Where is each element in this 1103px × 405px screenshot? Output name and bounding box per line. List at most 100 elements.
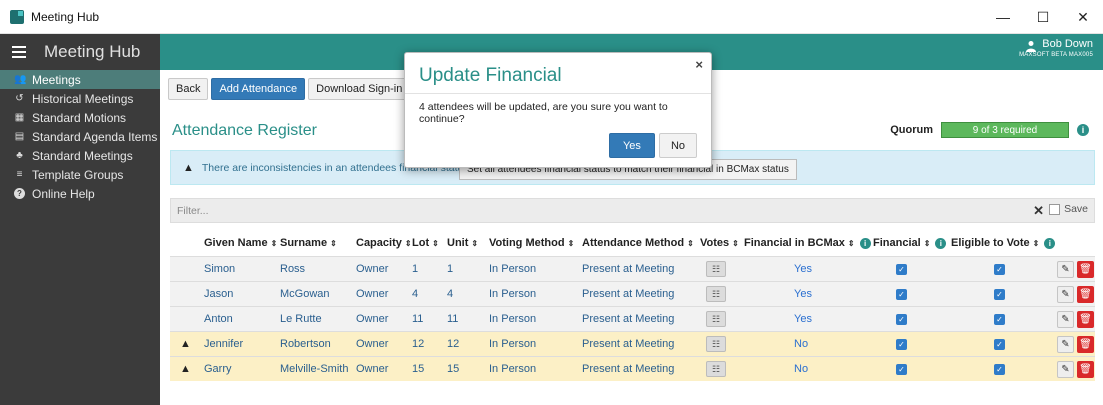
edit-icon[interactable]: ✎ — [1057, 335, 1074, 353]
column-eligible-to-vote[interactable]: Eligible to Vote ⇕ i — [951, 230, 1056, 256]
financial-cell: ✓ — [873, 332, 907, 356]
sidebar-item-online-help[interactable]: ? Online Help — [0, 184, 160, 203]
filter-bar: Filter... ✕ Save — [170, 198, 1095, 223]
votes-list-icon[interactable]: ☷ — [706, 361, 726, 377]
votes-cell: ☷ — [700, 307, 726, 331]
sort-icon: ⇕ — [847, 238, 855, 248]
financial-checkbox[interactable]: ✓ — [896, 363, 907, 375]
column-votes[interactable]: Votes ⇕ — [700, 230, 739, 256]
no-button[interactable]: No — [658, 133, 697, 158]
eligible-checkbox[interactable]: ✓ — [994, 363, 1005, 375]
yes-button[interactable]: Yes — [608, 133, 655, 158]
eligible-cell: ✓ — [951, 357, 1005, 381]
maximize-button[interactable]: ☐ — [1023, 0, 1063, 34]
window-title: Meeting Hub — [31, 9, 100, 24]
sidebar-item-standard-motions[interactable]: ▦ Standard Motions — [0, 108, 160, 127]
add-attendance-button[interactable]: Add Attendance — [211, 78, 306, 100]
financial-checkbox[interactable]: ✓ — [896, 288, 907, 300]
voting-method-cell: In Person — [489, 363, 537, 375]
surname-cell: McGowan — [280, 288, 330, 300]
sidebar-item-historical-meetings[interactable]: ↺ Historical Meetings — [0, 89, 160, 108]
sidebar-item-standard-agenda-items[interactable]: ▤ Standard Agenda Items — [0, 127, 160, 146]
user-organisation: MAXSOFT BETA MAX005 — [1019, 52, 1093, 58]
table-row: ▲ Jennifer Robertson Owner 12 12 In Person Pres… — [170, 331, 1095, 356]
financial-in-bcmax-cell: Yes — [744, 282, 812, 306]
user-name: Bob Down — [1042, 38, 1093, 50]
financial-in-bcmax-value: No — [794, 338, 809, 350]
edit-icon[interactable]: ✎ — [1057, 360, 1074, 378]
column-voting-method[interactable]: Voting Method ⇕ — [489, 230, 574, 256]
back-button[interactable]: Back — [168, 78, 209, 100]
eligible-cell: ✓ — [951, 282, 1005, 306]
financial-checkbox[interactable]: ✓ — [896, 313, 907, 325]
column-financial[interactable]: Financial ⇕ i — [873, 230, 947, 256]
eligible-checkbox[interactable]: ✓ — [994, 313, 1005, 325]
lot-cell: 15 — [412, 363, 425, 375]
edit-icon[interactable]: ✎ — [1057, 310, 1074, 328]
financial-cell: ✓ — [873, 357, 907, 381]
financial-in-bcmax-value: Yes — [794, 263, 812, 275]
delete-icon[interactable]: 🗑 — [1077, 310, 1094, 328]
lot-cell: 1 — [412, 263, 419, 275]
attendance-method-cell: Present at Meeting — [582, 263, 675, 275]
column-lot[interactable]: Lot ⇕ — [412, 230, 439, 256]
sort-icon: ⇕ — [687, 238, 694, 248]
voting-method-cell: In Person — [489, 338, 537, 350]
surname-cell: Robertson — [280, 338, 331, 350]
column-unit[interactable]: Unit ⇕ — [447, 230, 478, 256]
users-icon: 👥 — [14, 74, 27, 85]
edit-icon[interactable]: ✎ — [1057, 260, 1074, 278]
agenda-icon: ▤ — [14, 131, 25, 142]
eligible-checkbox[interactable]: ✓ — [994, 263, 1005, 275]
eligible-checkbox[interactable]: ✓ — [994, 288, 1005, 300]
votes-list-icon[interactable]: ☷ — [706, 311, 726, 327]
lot-cell: 12 — [412, 338, 425, 350]
column-capacity[interactable]: Capacity ⇕ — [356, 230, 412, 256]
row-actions: ✎ 🗑 — [1057, 257, 1094, 281]
financial-cell: ✓ — [873, 282, 907, 306]
given-name-cell: Simon — [204, 263, 236, 275]
info-icon[interactable]: i — [1077, 124, 1089, 136]
user-menu[interactable]: Bob Down MAXSOFT BETA MAX005 — [1019, 38, 1093, 58]
unit-cell: 15 — [447, 363, 460, 375]
financial-in-bcmax-value: No — [794, 363, 809, 375]
save-filter-toggle[interactable]: Save — [1049, 203, 1088, 215]
edit-icon[interactable]: ✎ — [1057, 285, 1074, 303]
eligible-checkbox[interactable]: ✓ — [994, 338, 1005, 350]
clear-filter-icon[interactable]: ✕ — [1033, 203, 1044, 219]
attendance-table: Given Name ⇕ Surname ⇕ Capacity ⇕ Lot ⇕ Unit… — [170, 230, 1095, 381]
column-surname[interactable]: Surname ⇕ — [280, 230, 337, 256]
votes-list-icon[interactable]: ☷ — [706, 286, 726, 302]
quorum-label: Quorum — [890, 124, 933, 136]
save-checkbox[interactable] — [1049, 203, 1061, 215]
financial-in-bcmax-cell: Yes — [744, 307, 812, 331]
hamburger-menu-icon[interactable] — [12, 46, 26, 58]
votes-list-icon[interactable]: ☷ — [706, 261, 726, 277]
column-attendance-method[interactable]: Attendance Method ⇕ — [582, 230, 694, 256]
eligible-cell: ✓ — [951, 307, 1005, 331]
sidebar-item-standard-meetings[interactable]: ♣ Standard Meetings — [0, 146, 160, 165]
toolbar: Back Add Attendance Download Sign-in She… — [168, 78, 443, 100]
sidebar-item-template-groups[interactable]: ≡ Template Groups — [0, 165, 160, 184]
unit-cell: 12 — [447, 338, 460, 350]
column-given-name[interactable]: Given Name ⇕ — [204, 230, 277, 256]
delete-icon[interactable]: 🗑 — [1077, 360, 1094, 378]
delete-icon[interactable]: 🗑 — [1077, 335, 1094, 353]
sidebar-item-meetings[interactable]: 👥 Meetings — [0, 70, 167, 89]
column-financial-in-bcmax[interactable]: Financial in BCMax ⇕ i — [744, 230, 871, 256]
votes-cell: ☷ — [700, 282, 726, 306]
financial-checkbox[interactable]: ✓ — [896, 338, 907, 350]
financial-checkbox[interactable]: ✓ — [896, 263, 907, 275]
voting-method-cell: In Person — [489, 313, 537, 325]
capacity-cell: Owner — [356, 313, 389, 325]
votes-list-icon[interactable]: ☷ — [706, 336, 726, 352]
delete-icon[interactable]: 🗑 — [1077, 285, 1094, 303]
delete-icon[interactable]: 🗑 — [1077, 260, 1094, 278]
filter-input[interactable]: Filter... — [177, 205, 209, 217]
financial-cell: ✓ — [873, 257, 907, 281]
capacity-cell: Owner — [356, 263, 389, 275]
table-body: Simon Ross Owner 1 1 In Person Present at Meet… — [170, 256, 1095, 381]
close-button[interactable]: ✕ — [1063, 0, 1103, 34]
minimize-button[interactable]: — — [983, 0, 1023, 34]
modal-close-icon[interactable]: × — [695, 57, 703, 72]
